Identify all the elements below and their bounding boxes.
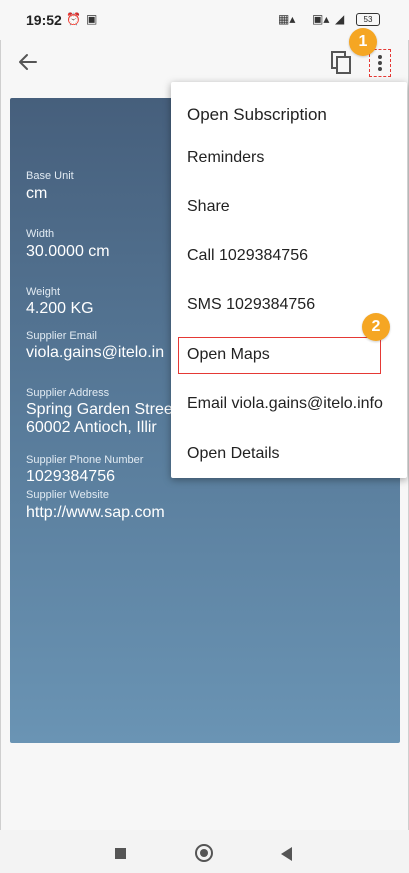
weight-label: Weight [26,286,61,298]
menu-item-email[interactable]: Email viola.gains@itelo.info [187,395,383,413]
weight-value: 4.200 KG [26,300,94,317]
supplier-address-line1: Spring Garden Stree [26,401,173,418]
supplier-email-value[interactable]: viola.gains@itelo.in [26,344,164,362]
width-label: Width [26,228,55,240]
status-time: 19:52 [26,12,62,28]
supplier-phone-label: Supplier Phone Number [26,454,144,466]
step-2-callout: 2 [362,313,390,341]
supplier-phone-value[interactable]: 1029384756 [26,468,115,486]
alarm-off-icon: ⏰ [66,12,81,26]
menu-item-reminders[interactable]: Reminders [187,149,264,167]
wifi-icon: ◢ [335,12,345,26]
base-unit-value: cm [26,185,48,202]
app-notification-icon: ▣ [86,12,98,26]
supplier-website-value[interactable]: http://www.sap.com [26,504,165,522]
signal-icon: ▦▴ [278,12,296,26]
sim-icon: ▣▴ [312,12,330,26]
menu-item-sms[interactable]: SMS 1029384756 [187,296,315,314]
open-maps-highlight [178,337,381,374]
battery-indicator: 53 [356,13,380,26]
base-unit-label: Base Unit [26,170,74,182]
back-triangle-icon[interactable] [281,847,292,861]
app-bar [0,40,409,84]
arrow-left-icon[interactable] [14,48,42,76]
recents-icon[interactable] [115,848,126,859]
menu-item-open-subscription[interactable]: Open Subscription [187,105,327,125]
supplier-website-label: Supplier Website [26,489,109,501]
home-icon[interactable] [195,844,213,862]
supplier-address-line2: 60002 Antioch, Illir [26,419,157,436]
width-value: 30.0000 cm [26,243,110,260]
menu-item-open-details[interactable]: Open Details [187,445,280,463]
more-vert-icon[interactable] [369,49,391,77]
supplier-address-label: Supplier Address [26,387,110,399]
status-bar: 19:52 ⏰ ▣ ▦▴ ▣▴ ◢ 53 [0,0,409,40]
step-1-callout: 1 [349,28,377,56]
system-nav-bar [0,830,409,873]
copy-icon[interactable] [328,48,354,76]
overflow-menu: Open Subscription Reminders Share Call 1… [171,82,407,478]
menu-item-share[interactable]: Share [187,198,230,216]
supplier-email-label: Supplier Email [26,330,97,342]
menu-item-call[interactable]: Call 1029384756 [187,247,308,265]
